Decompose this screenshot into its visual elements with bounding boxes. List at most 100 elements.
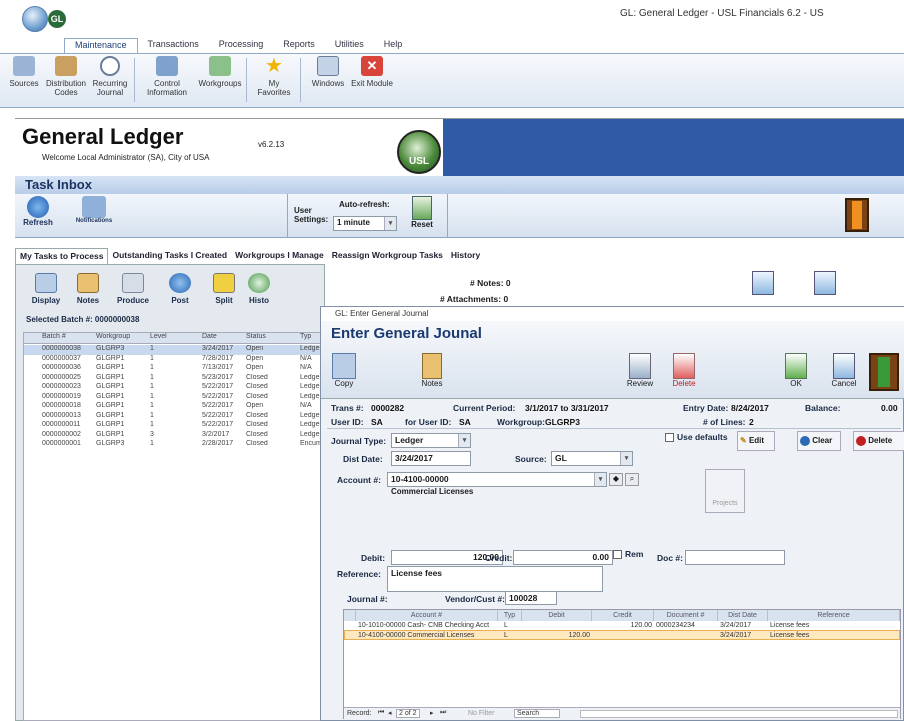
ribbon-tab-help[interactable]: Help [374,38,413,54]
record-position[interactable]: 2 of 2 [396,709,420,718]
app-menu-orb-icon[interactable] [22,6,48,32]
post-button[interactable]: Post [160,273,200,315]
sources-button[interactable]: Sources [2,56,46,104]
tab-outstanding-tasks[interactable]: Outstanding Tasks I Created [108,248,231,264]
table-row-selected[interactable]: 10-4100-00000 Commercial Licenses L 120.… [344,630,900,640]
auto-refresh-select[interactable]: 1 minute ▾ [333,216,397,231]
ribbon-tab-transactions[interactable]: Transactions [138,38,209,54]
tab-workgroups-manage[interactable]: Workgroups I Manage [231,248,328,264]
recurring-journal-button[interactable]: Recurring Journal [88,56,132,104]
table-cell: GLGRP3 [96,440,125,447]
col-status[interactable]: Status [246,333,266,340]
table-row[interactable]: 0000000001 GLGRP3 1 2/28/2017 Closed Encum [24,440,326,450]
col-level[interactable]: Level [150,333,167,340]
journal-type-select[interactable]: Ledger ▾ [391,433,471,448]
tab-my-tasks[interactable]: My Tasks to Process [15,248,109,264]
refresh-button[interactable]: Refresh [21,196,55,227]
delete-icon [673,353,695,379]
grid-search-input[interactable]: Search [514,709,561,718]
table-row[interactable]: 0000000023 GLGRP1 1 5/22/2017 Closed Ledger [24,383,326,393]
dialog-notes-button[interactable]: Notes [417,353,447,388]
ribbon-tab-processing[interactable]: Processing [209,38,274,54]
table-row[interactable]: 0000000037 GLGRP1 1 7/28/2017 Open N/A [24,355,326,365]
notifications-button[interactable]: Notifications [59,196,129,224]
col-workgroup[interactable]: Workgroup [96,333,130,340]
table-cell: GLGRP3 [96,345,125,352]
table-cell: Open [246,345,264,352]
review-button[interactable]: Review [623,353,657,388]
close-door-icon[interactable] [845,198,869,232]
notes-icon [77,273,99,293]
table-row[interactable]: 0000000038 GLGRP3 1 3/24/2017 Open Ledger [24,345,326,355]
ribbon-tab-reports[interactable]: Reports [273,38,325,54]
no-filter-button[interactable]: No Filter [468,710,494,717]
use-defaults-checkbox[interactable] [665,433,674,442]
open-attachment-icon[interactable] [814,271,836,295]
title-bar [0,0,904,38]
nav-next-icon[interactable]: ▸ [430,709,434,717]
cancel-button[interactable]: Cancel [825,353,863,388]
windows-button[interactable]: Windows [306,56,350,104]
projects-button[interactable]: Projects [705,469,745,513]
history-icon [248,273,270,293]
source-select[interactable]: GL ▾ [551,451,633,466]
vendor-field[interactable]: 100028 [505,591,557,605]
table-cell: 1 [150,411,154,419]
delete-toolbar-button[interactable]: Delete [667,353,701,388]
ok-button[interactable]: OK [779,353,813,388]
table-row[interactable]: 0000000025 GLGRP1 1 5/23/2017 Closed Ledger [24,374,326,384]
col-document[interactable]: Document # [654,610,718,621]
lookup-icon[interactable]: ◆ [609,473,623,486]
exit-module-button[interactable]: ✕ Exit Module [350,56,394,104]
col-dist-date[interactable]: Dist Date [718,610,768,621]
table-row[interactable]: 0000000011 GLGRP1 1 5/22/2017 Closed Ledger [24,421,326,431]
tab-reassign-tasks[interactable]: Reassign Workgroup Tasks [328,248,447,264]
horizontal-scrollbar[interactable] [580,710,898,718]
clear-button[interactable]: Clear [797,431,841,451]
ribbon-tab-maintenance[interactable]: Maintenance [64,38,138,54]
search-icon[interactable]: ⌕ [625,473,639,486]
col-reference[interactable]: Reference [768,610,900,621]
control-information-button[interactable]: Control Information [140,56,194,104]
history-button[interactable]: Histo [244,273,274,315]
credit-field[interactable]: 0.00 [513,550,613,565]
rem-checkbox[interactable] [613,550,622,559]
table-cell: 0000000011 [42,421,81,428]
nav-first-icon[interactable]: ⏮ [378,709,384,717]
reset-button[interactable]: Reset [405,196,439,229]
enter-general-journal-dialog: GL: Enter General Journal Enter General … [320,306,904,721]
produce-button[interactable]: Produce [110,273,156,315]
ribbon-tab-utilities[interactable]: Utilities [325,38,374,54]
col-account[interactable]: Account # [356,610,498,621]
account-select[interactable]: 10-4100-00000 ▾ [387,472,607,487]
exit-door-icon[interactable] [869,353,899,391]
workgroups-button[interactable]: Workgroups [198,56,242,104]
split-button[interactable]: Split [204,273,244,315]
nav-last-icon[interactable]: ⏭ [440,709,446,717]
reference-field[interactable]: License fees [387,566,603,592]
notes-button[interactable]: Notes [68,273,108,315]
edit-button[interactable]: ✎ Edit [737,431,775,451]
table-row[interactable]: 10-1010-00000 Cash- CNB Checking Acct L … [344,621,900,630]
doc-field[interactable] [685,550,785,565]
col-typ[interactable]: Typ [498,610,522,621]
tab-history[interactable]: History [447,248,484,264]
nav-prev-icon[interactable]: ◂ [388,709,392,717]
table-row[interactable]: 0000000013 GLGRP1 1 5/22/2017 Closed Ledger [24,412,326,422]
delete-line-button[interactable]: Delete [853,431,904,451]
col-batch[interactable]: Batch # [42,333,66,340]
copy-button[interactable]: Copy [329,353,359,388]
table-row[interactable]: 0000000036 GLGRP1 1 7/13/2017 Open N/A [24,364,326,374]
table-row[interactable]: 0000000018 GLGRP1 1 5/22/2017 Open N/A [24,402,326,412]
table-row[interactable]: 0000000019 GLGRP1 1 5/22/2017 Closed Ledger [24,393,326,403]
display-button[interactable]: Display [24,273,68,315]
col-debit[interactable]: Debit [522,610,592,621]
col-credit[interactable]: Credit [592,610,654,621]
col-date[interactable]: Date [202,333,217,340]
distribution-codes-button[interactable]: Distribution Codes [44,56,88,104]
table-row[interactable]: 0000000002 GLGRP1 3 3/2/2017 Closed Ledger [24,431,326,441]
my-favorites-button[interactable]: ★ My Favorites [252,56,296,104]
attach-icon[interactable] [752,271,774,295]
reference-label: Reference: [337,569,381,579]
dist-date-field[interactable]: 3/24/2017 [391,451,471,466]
